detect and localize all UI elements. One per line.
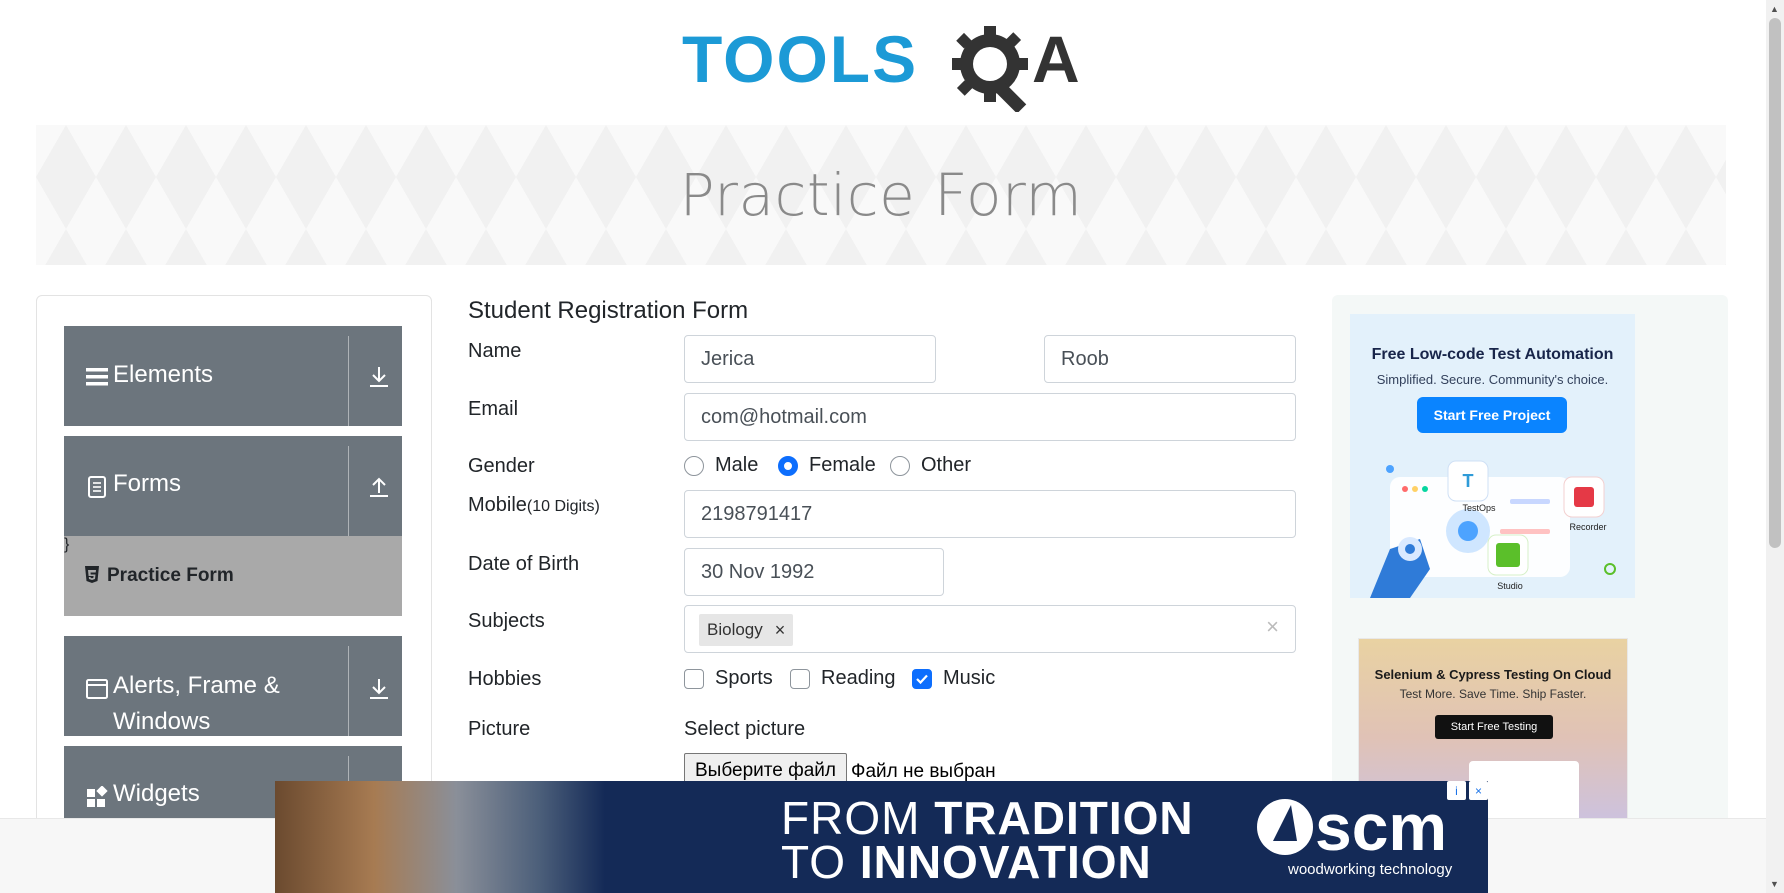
gender-radio-male[interactable]: Male: [684, 454, 758, 477]
ad-illustration: T TestOps Recorder Studio: [1370, 460, 1616, 598]
divider: [348, 336, 349, 426]
scroll-down-arrow-icon[interactable]: ▼: [1770, 879, 1779, 889]
checkbox-box[interactable]: [790, 668, 810, 689]
download-arrow-icon[interactable]: [366, 676, 392, 702]
sidebar-group-label: Forms: [113, 470, 181, 497]
email-input[interactable]: com@hotmail.com: [684, 393, 1296, 441]
mobile-label-text: Mobile: [468, 494, 527, 516]
gender-label: Gender: [468, 455, 535, 477]
name-label: Name: [468, 340, 522, 362]
form-title: Student Registration Form: [468, 297, 749, 324]
sidebar-group-label-line2: Windows: [113, 708, 211, 735]
subject-remove-icon[interactable]: ×: [775, 620, 786, 641]
menu-icon: [86, 368, 108, 386]
ad-controls: i ×: [1447, 781, 1488, 801]
picture-label: Picture: [468, 718, 531, 740]
ad-headline: Free Low-code Test Automation: [1371, 346, 1614, 363]
last-name-input[interactable]: Roob: [1044, 335, 1296, 383]
ad-tagline: woodworking technology: [1288, 861, 1453, 878]
logo-text-a: A: [1032, 22, 1080, 96]
email-label: Email: [468, 398, 519, 420]
first-name-input[interactable]: Jerica: [684, 335, 936, 383]
checkbox-label: Music: [943, 667, 996, 689]
hobby-checkbox-sports[interactable]: Sports: [684, 667, 773, 690]
select-picture-label: Select picture: [684, 718, 806, 740]
gender-radio-other[interactable]: Other: [890, 454, 971, 477]
mobile-label: Mobile(10 Digits): [468, 494, 600, 517]
download-arrow-icon[interactable]: [366, 364, 392, 390]
ad-info-icon[interactable]: i: [1447, 781, 1466, 800]
ad-brand: scm: [1315, 790, 1448, 864]
sidebar-group-forms[interactable]: Forms: [64, 436, 402, 536]
svg-text:T: T: [1463, 471, 1474, 491]
document-icon: [88, 476, 106, 498]
checkbox-label: Sports: [715, 667, 773, 689]
svg-text:TestOps: TestOps: [1462, 503, 1496, 513]
left-sidebar: Elements Forms Practice Form } Alerts, F…: [36, 295, 432, 855]
vertical-scrollbar[interactable]: ▲ ▼: [1766, 0, 1784, 893]
html5-icon: [85, 566, 99, 583]
ad-headline: Selenium & Cypress Testing On Cloud: [1374, 667, 1612, 682]
page-title: Practice Form: [679, 161, 1083, 229]
divider: [348, 446, 349, 536]
radio-circle[interactable]: [890, 455, 910, 476]
toolsqa-logo[interactable]: TOOLS A: [682, 20, 1086, 112]
right-ad-column: Free Low-code Test Automation Simplified…: [1332, 295, 1728, 838]
gender-radio-female[interactable]: Female: [778, 454, 876, 477]
ad-line-2: TO INNOVATION: [781, 836, 1152, 888]
checkbox-box-checked[interactable]: [912, 668, 932, 689]
hobby-checkbox-reading[interactable]: Reading: [790, 667, 896, 690]
sidebar-group-alerts-frame-windows[interactable]: Alerts, Frame & Windows: [64, 636, 402, 736]
clear-subjects-icon[interactable]: ×: [1266, 614, 1279, 640]
radio-circle[interactable]: [684, 455, 704, 476]
window-icon: [86, 679, 108, 699]
logo-text-tools: TOOLS: [682, 22, 918, 96]
radio-label: Female: [809, 454, 876, 476]
sidebar-group-label: Widgets: [113, 780, 200, 807]
subject-chip-label: Biology: [707, 620, 763, 639]
mobile-hint: (10 Digits): [526, 498, 600, 515]
page-banner: Practice Form: [36, 125, 1726, 265]
dob-label: Date of Birth: [468, 553, 580, 575]
sidebar-item-label: Practice Form: [107, 565, 234, 586]
sidebar-group-label: Elements: [113, 361, 214, 388]
sidebar-item-practice-form[interactable]: Practice Form }: [64, 536, 402, 616]
widgets-icon: [87, 786, 108, 807]
divider: [348, 646, 349, 736]
start-free-testing-button[interactable]: Start Free Testing: [1435, 715, 1553, 739]
file-status-text: Файл не выбран: [851, 761, 996, 782]
ad-subline: Test More. Save Time. Ship Faster.: [1399, 687, 1587, 701]
date-of-birth-input[interactable]: 30 Nov 1992: [684, 548, 944, 596]
checkbox-label: Reading: [821, 667, 896, 689]
sidebar-group-label: Alerts, Frame &: [113, 672, 280, 699]
ad-photo: [275, 781, 605, 893]
radio-label: Other: [921, 454, 972, 476]
gear-magnifier-icon: [952, 26, 1028, 112]
ad-close-icon[interactable]: ×: [1469, 781, 1488, 800]
sidebar-group-elements[interactable]: Elements: [64, 326, 402, 426]
ad-subline: Simplified. Secure. Community's choice.: [1376, 372, 1609, 387]
hobbies-label: Hobbies: [468, 668, 542, 690]
radio-label: Male: [715, 454, 759, 476]
scroll-up-arrow-icon[interactable]: ▲: [1770, 4, 1779, 14]
scm-logo-icon: [1257, 799, 1313, 855]
checkbox-box[interactable]: [684, 668, 704, 689]
svg-text:Recorder: Recorder: [1569, 522, 1606, 532]
svg-text:Studio: Studio: [1497, 581, 1523, 591]
subject-chip: Biology ×: [699, 614, 794, 646]
ad-scm-banner[interactable]: FROM TRADITION TO INNOVATION scm woodwor…: [275, 781, 1488, 893]
start-free-project-button[interactable]: Start Free Project: [1417, 397, 1567, 433]
scrollbar-thumb[interactable]: [1769, 18, 1781, 548]
subjects-label: Subjects: [468, 610, 545, 632]
ad-katalon[interactable]: Free Low-code Test Automation Simplified…: [1350, 314, 1635, 598]
checkmark-icon: [916, 674, 928, 684]
hobby-checkbox-music[interactable]: Music: [912, 667, 995, 690]
upload-arrow-icon[interactable]: [366, 474, 392, 500]
mobile-input[interactable]: 2198791417: [684, 490, 1296, 538]
radio-circle-selected[interactable]: [778, 455, 798, 476]
subjects-input[interactable]: Biology × ×: [684, 605, 1296, 653]
